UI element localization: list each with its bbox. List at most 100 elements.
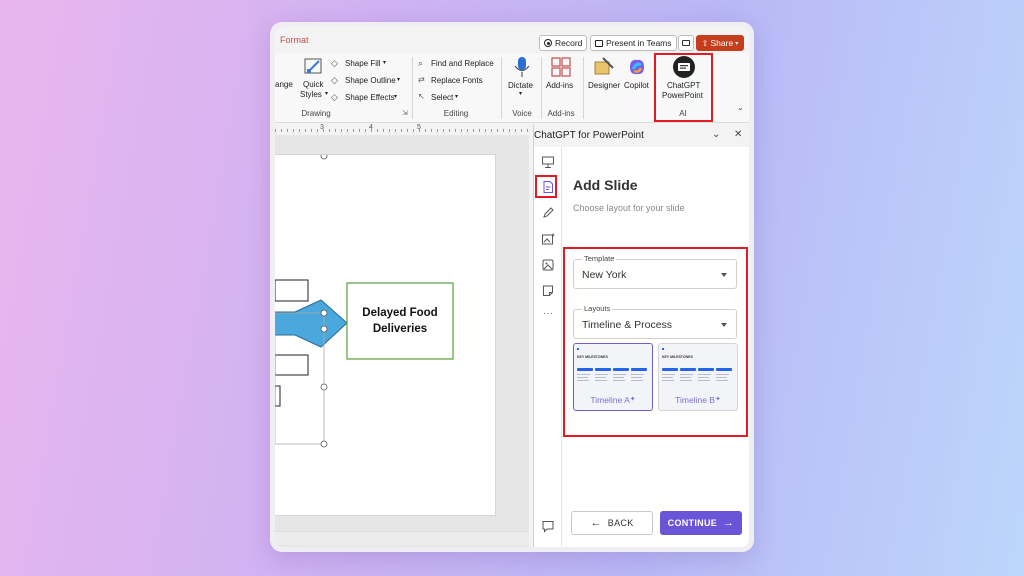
selection-handle — [320, 309, 328, 317]
teams-icon — [595, 39, 603, 47]
copilot-button[interactable]: Copilot — [624, 81, 649, 90]
chevron-down-icon[interactable]: ▾ — [394, 93, 397, 100]
arrow-right-icon: → — [723, 517, 735, 529]
chevron-down-icon[interactable]: ▾ — [383, 59, 386, 66]
back-button[interactable]: ← BACK — [571, 511, 653, 535]
selection-handle — [320, 155, 328, 160]
divider — [501, 57, 502, 119]
record-label: Record — [555, 38, 583, 48]
divider — [541, 57, 542, 119]
selection-handle — [320, 440, 328, 448]
box-text-line: Delayed Food — [362, 307, 438, 319]
chatgpt-highlight-box — [654, 53, 713, 122]
chatgpt-task-pane: ChatGPT for PowerPoint ⌄ ✕ ··· Add Slide… — [533, 125, 749, 547]
selection-handle — [320, 325, 328, 333]
shape-effects-icon: ◇ — [331, 92, 338, 102]
quick-styles-label-1[interactable]: Quick — [303, 80, 323, 89]
select-icon: ↖ — [418, 92, 425, 101]
group-label-voice: Voice — [512, 109, 532, 118]
share-button[interactable]: ⇧ Share ▾ — [696, 35, 744, 51]
find-replace-button[interactable]: Find and Replace — [431, 59, 494, 68]
microphone-icon[interactable] — [511, 55, 533, 79]
add-slide-heading: Add Slide — [573, 177, 638, 193]
powerpoint-window: Format Record Present in Teams ⇧ Share ▾… — [275, 27, 749, 547]
group-label-addins: Add-ins — [547, 109, 575, 118]
ruler-ticks — [275, 129, 529, 132]
flow-box — [275, 279, 309, 302]
flow-box — [275, 354, 309, 376]
addins-grid-icon[interactable] — [550, 56, 572, 78]
note-icon[interactable] — [541, 284, 555, 298]
flow-box — [275, 385, 281, 407]
chevron-down-icon[interactable]: ▾ — [325, 90, 328, 97]
share-icon: ⇧ — [701, 38, 709, 48]
presentation-icon[interactable] — [541, 155, 555, 169]
pane-header: ChatGPT for PowerPoint ⌄ ✕ — [534, 125, 749, 147]
shape-outline-button[interactable]: Shape Outline — [345, 76, 396, 85]
feedback-icon[interactable] — [541, 519, 555, 533]
share-label: Share — [710, 38, 734, 48]
title-row: Format Record Present in Teams ⇧ Share ▾ — [275, 27, 749, 51]
chevron-down-icon[interactable]: ▾ — [397, 76, 400, 83]
arrow-left-icon: ← — [590, 517, 602, 529]
present-in-teams-button[interactable]: Present in Teams — [590, 35, 677, 51]
addins-button[interactable]: Add-ins — [546, 81, 573, 90]
ruler-mark: 4 — [369, 124, 373, 131]
box-text-line: Deliveries — [372, 323, 428, 335]
collapse-ribbon-chevron-icon[interactable]: ⌄ — [737, 103, 744, 112]
ruler-mark: 5 — [417, 124, 421, 131]
group-label-drawing: Drawing — [301, 109, 331, 118]
pane-content: Add Slide Choose layout for your slide T… — [562, 147, 749, 547]
image-sparkle-icon[interactable] — [541, 232, 555, 246]
slide-canvas-area: Delayed Food Deliveries — [275, 135, 529, 547]
record-button[interactable]: Record — [539, 35, 588, 51]
dialog-launcher-icon[interactable]: ⇲ — [402, 109, 408, 117]
shape-outline-icon: ◇ — [331, 75, 338, 85]
device-frame: Format Record Present in Teams ⇧ Share ▾… — [270, 22, 754, 552]
chevron-down-icon[interactable]: ⌄ — [712, 129, 720, 140]
shape-fill-button[interactable]: Shape Fill — [345, 59, 381, 68]
replace-fonts-button[interactable]: Replace Fonts — [431, 76, 483, 85]
add-slide-highlight-box — [535, 175, 557, 198]
tab-format[interactable]: Format — [280, 35, 309, 45]
shape-effects-button[interactable]: Shape Effects — [345, 93, 395, 102]
designer-button[interactable]: Designer — [588, 81, 620, 90]
shape-fill-icon: ◇ — [331, 58, 338, 68]
pane-icon-rail: ··· — [534, 147, 562, 547]
back-label: BACK — [607, 518, 634, 528]
quick-styles-label-2[interactable]: Styles — [300, 90, 322, 99]
chevron-down-icon[interactable]: ▾ — [519, 90, 522, 97]
horizontal-scrollbar[interactable] — [275, 531, 529, 545]
ribbon: ange Quick Styles ▾ ◇ Shape Fill ▾ ◇ Sha… — [275, 53, 749, 123]
continue-button[interactable]: CONTINUE → — [660, 511, 742, 535]
chevron-down-icon: ▾ — [735, 40, 739, 47]
comment-icon — [682, 40, 690, 46]
search-icon: ⌕ — [418, 58, 424, 68]
group-label-editing: Editing — [443, 109, 469, 118]
quick-styles-icon[interactable] — [303, 57, 325, 77]
options-highlight-box — [563, 247, 748, 437]
present-in-teams-label: Present in Teams — [606, 38, 672, 48]
divider — [583, 57, 584, 119]
image-icon[interactable] — [541, 258, 555, 272]
flow-arrow — [275, 299, 348, 348]
delayed-food-box-text[interactable]: Delayed Food Deliveries — [347, 305, 453, 337]
chevron-down-icon[interactable]: ▾ — [455, 93, 458, 100]
replace-fonts-icon: ⇄ — [418, 75, 425, 84]
record-icon — [544, 39, 552, 47]
horizontal-ruler: 3 4 5 — [275, 124, 529, 134]
selection-handle — [320, 383, 328, 391]
designer-icon[interactable] — [593, 56, 615, 78]
arrange-label[interactable]: ange — [275, 80, 293, 89]
comments-button[interactable] — [678, 35, 694, 51]
select-button[interactable]: Select — [431, 93, 453, 102]
dictate-button[interactable]: Dictate — [508, 81, 533, 90]
more-icon[interactable]: ··· — [541, 309, 555, 323]
add-slide-subheading: Choose layout for your slide — [573, 203, 685, 213]
continue-label: CONTINUE — [667, 518, 718, 528]
pane-title: ChatGPT for PowerPoint — [534, 130, 644, 141]
slide[interactable]: Delayed Food Deliveries — [275, 154, 496, 516]
copilot-icon[interactable] — [626, 56, 648, 78]
pencil-icon[interactable] — [541, 206, 555, 220]
close-icon[interactable]: ✕ — [734, 129, 742, 140]
